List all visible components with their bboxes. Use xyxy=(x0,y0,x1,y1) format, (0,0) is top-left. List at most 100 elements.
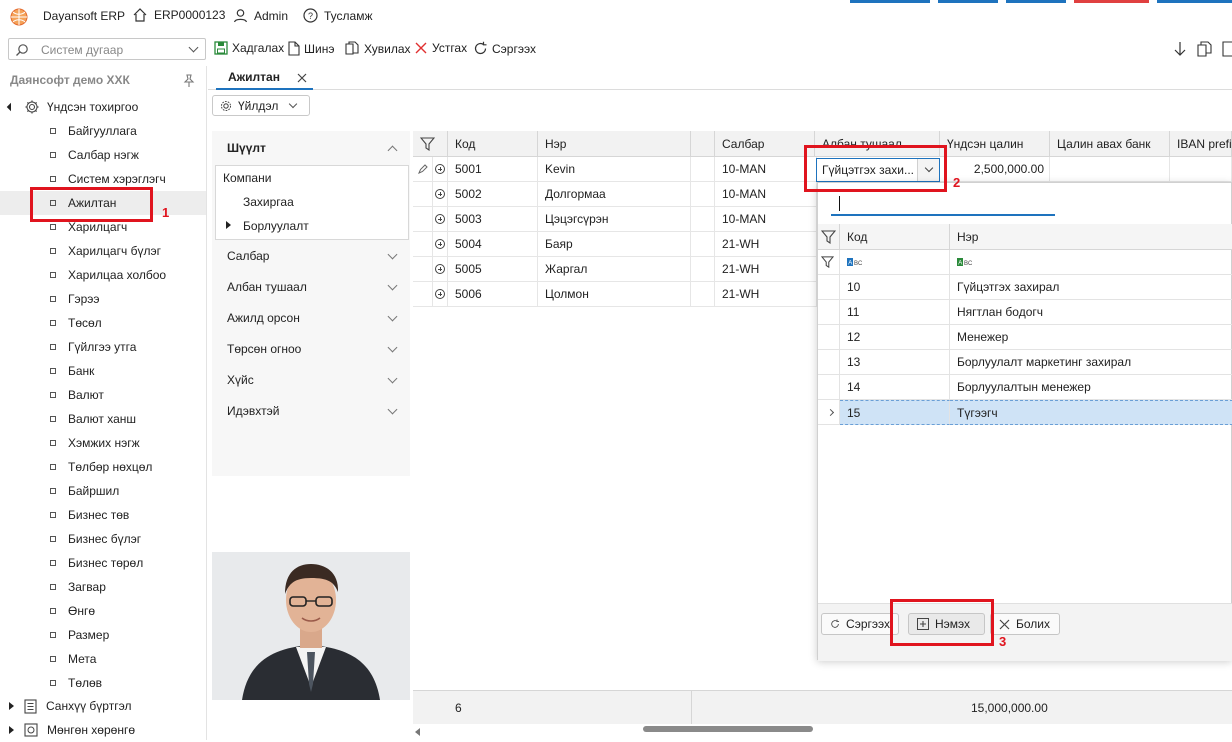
grid-cell[interactable] xyxy=(691,257,715,282)
bank-cell[interactable] xyxy=(1050,157,1170,182)
sidebar-item[interactable]: Төсөл xyxy=(0,311,206,335)
grid-cell[interactable] xyxy=(691,207,715,232)
lookup-row-indicator[interactable] xyxy=(818,275,840,300)
delete-button[interactable]: Устгах xyxy=(414,41,467,55)
lookup-code-cell[interactable]: 12 xyxy=(840,325,950,350)
sidebar-item[interactable]: Банк xyxy=(0,359,206,383)
name-cell[interactable]: Баяр xyxy=(538,232,691,257)
grid-header[interactable] xyxy=(691,131,715,157)
download-icon[interactable] xyxy=(1173,41,1187,60)
lookup-code-cell[interactable]: 11 xyxy=(840,300,950,325)
lookup-row-indicator[interactable] xyxy=(818,400,840,425)
lookup-name-cell[interactable]: Түгээгч xyxy=(950,400,1232,425)
sidebar-item[interactable]: Гүйлгээ утга xyxy=(0,335,206,359)
branch-cell[interactable]: 21-WH xyxy=(715,257,817,282)
lookup-code-cell[interactable]: 10 xyxy=(840,275,950,300)
sidebar-item[interactable]: Бизнес төв xyxy=(0,503,206,527)
sidebar-item[interactable]: Мета xyxy=(0,647,206,671)
name-cell[interactable]: Kevin xyxy=(538,157,691,182)
grid-filter-cell[interactable] xyxy=(413,131,448,157)
filter-group[interactable]: Албан тушаал xyxy=(212,272,410,302)
lookup-name-cell[interactable]: Менежер xyxy=(950,325,1232,350)
lookup-header-name[interactable]: Нэр xyxy=(950,224,1232,250)
lookup-search-input[interactable] xyxy=(831,192,1055,216)
row-indicator[interactable] xyxy=(413,257,433,282)
iban-cell[interactable] xyxy=(1170,157,1232,182)
scrollbar-thumb[interactable] xyxy=(643,726,813,732)
lookup-refresh-button[interactable]: Сэргээх xyxy=(821,613,899,635)
lookup-header-code[interactable]: Код xyxy=(840,224,950,250)
expand-row-button[interactable] xyxy=(433,182,448,207)
tree-node-cash[interactable]: Мөнгөн хөрөнгө xyxy=(0,718,206,742)
refresh-button[interactable]: Сэргээх xyxy=(473,41,536,56)
lookup-name-cell[interactable]: Нягтлан бодогч xyxy=(950,300,1232,325)
row-indicator[interactable] xyxy=(413,182,433,207)
grid-header[interactable]: Үндсэн цалин xyxy=(940,131,1050,157)
sidebar-item[interactable]: Бизнес төрөл xyxy=(0,551,206,575)
filter-tree-sales[interactable]: Борлуулалт xyxy=(243,219,309,233)
branch-cell[interactable]: 10-MAN xyxy=(715,207,817,232)
branch-cell[interactable]: 10-MAN xyxy=(715,182,817,207)
export-icon[interactable] xyxy=(1222,41,1232,60)
name-cell[interactable]: Жаргал xyxy=(538,257,691,282)
sidebar-item[interactable]: Размер xyxy=(0,623,206,647)
filter-group[interactable]: Хүйс xyxy=(212,365,410,395)
lookup-code-cell[interactable]: 14 xyxy=(840,375,950,400)
code-cell[interactable]: 5002 xyxy=(448,182,538,207)
grid-cell[interactable] xyxy=(691,282,715,307)
filter-group[interactable]: Идэвхтэй xyxy=(212,396,410,426)
sidebar-item[interactable]: Гэрээ xyxy=(0,287,206,311)
branch-cell[interactable]: 10-MAN xyxy=(715,157,817,182)
duplicate-icon[interactable] xyxy=(1197,41,1212,60)
expand-row-button[interactable] xyxy=(433,257,448,282)
sidebar-item[interactable]: Төлбөр нөхцөл xyxy=(0,455,206,479)
sidebar-item[interactable]: Харилцагч бүлэг xyxy=(0,239,206,263)
expand-row-button[interactable] xyxy=(433,157,448,182)
grid-cell[interactable] xyxy=(691,182,715,207)
sidebar-item[interactable]: Валют ханш xyxy=(0,407,206,431)
sidebar-item[interactable]: Валют xyxy=(0,383,206,407)
grid-header[interactable]: Цалин авах банк xyxy=(1050,131,1170,157)
horizontal-scrollbar[interactable] xyxy=(413,724,1232,740)
lookup-row-indicator[interactable] xyxy=(818,350,840,375)
grid-cell[interactable] xyxy=(691,232,715,257)
filter-tree-company[interactable]: Компани xyxy=(223,171,271,185)
code-cell[interactable]: 5001 xyxy=(448,157,538,182)
grid-header[interactable]: Нэр xyxy=(538,131,691,157)
lookup-cancel-button[interactable]: Болих xyxy=(990,613,1060,635)
filter-group[interactable]: Салбар xyxy=(212,241,410,271)
lookup-filter-cell[interactable] xyxy=(818,224,840,250)
filter-tree-admin[interactable]: Захиргаа xyxy=(243,195,294,209)
lookup-row-indicator[interactable] xyxy=(818,375,840,400)
name-cell[interactable]: Цэцэгсүрэн xyxy=(538,207,691,232)
grid-header[interactable]: Код xyxy=(448,131,538,157)
sidebar-item[interactable]: Байршил xyxy=(0,479,206,503)
branch-cell[interactable]: 21-WH xyxy=(715,282,817,307)
sidebar-item[interactable]: Бизнес бүлэг xyxy=(0,527,206,551)
filter-group[interactable]: Төрсөн огноо xyxy=(212,334,410,364)
lookup-name-cell[interactable]: Борлуулалт маркетинг захирал xyxy=(950,350,1232,375)
lookup-row-indicator[interactable] xyxy=(818,300,840,325)
branch-cell[interactable]: 21-WH xyxy=(715,232,817,257)
sidebar-item[interactable]: Харилцаа холбоо xyxy=(0,263,206,287)
sidebar-item[interactable]: Хэмжих нэгж xyxy=(0,431,206,455)
name-cell[interactable]: Цолмон xyxy=(538,282,691,307)
lookup-name-cell[interactable]: Гүйцэтгэх захирал xyxy=(950,275,1232,300)
code-cell[interactable]: 5005 xyxy=(448,257,538,282)
grid-header[interactable]: Салбар xyxy=(715,131,815,157)
lookup-filter-name[interactable]: A BC xyxy=(950,250,1232,275)
sidebar-item[interactable]: Загвар xyxy=(0,575,206,599)
row-indicator[interactable] xyxy=(413,207,433,232)
row-indicator[interactable] xyxy=(413,232,433,257)
lookup-code-cell[interactable]: 13 xyxy=(840,350,950,375)
row-indicator[interactable] xyxy=(413,282,433,307)
row-indicator[interactable] xyxy=(413,157,433,182)
tree-node-finance[interactable]: Санхүү бүртгэл xyxy=(0,694,206,718)
expand-row-button[interactable] xyxy=(433,207,448,232)
code-cell[interactable]: 5003 xyxy=(448,207,538,232)
expand-row-button[interactable] xyxy=(433,232,448,257)
sidebar-item[interactable]: Төлөв xyxy=(0,671,206,695)
lookup-filter-code[interactable]: A BC xyxy=(840,250,950,275)
grid-header[interactable]: IBAN prefix xyxy=(1170,131,1232,157)
lookup-code-cell[interactable]: 15 xyxy=(840,400,950,425)
